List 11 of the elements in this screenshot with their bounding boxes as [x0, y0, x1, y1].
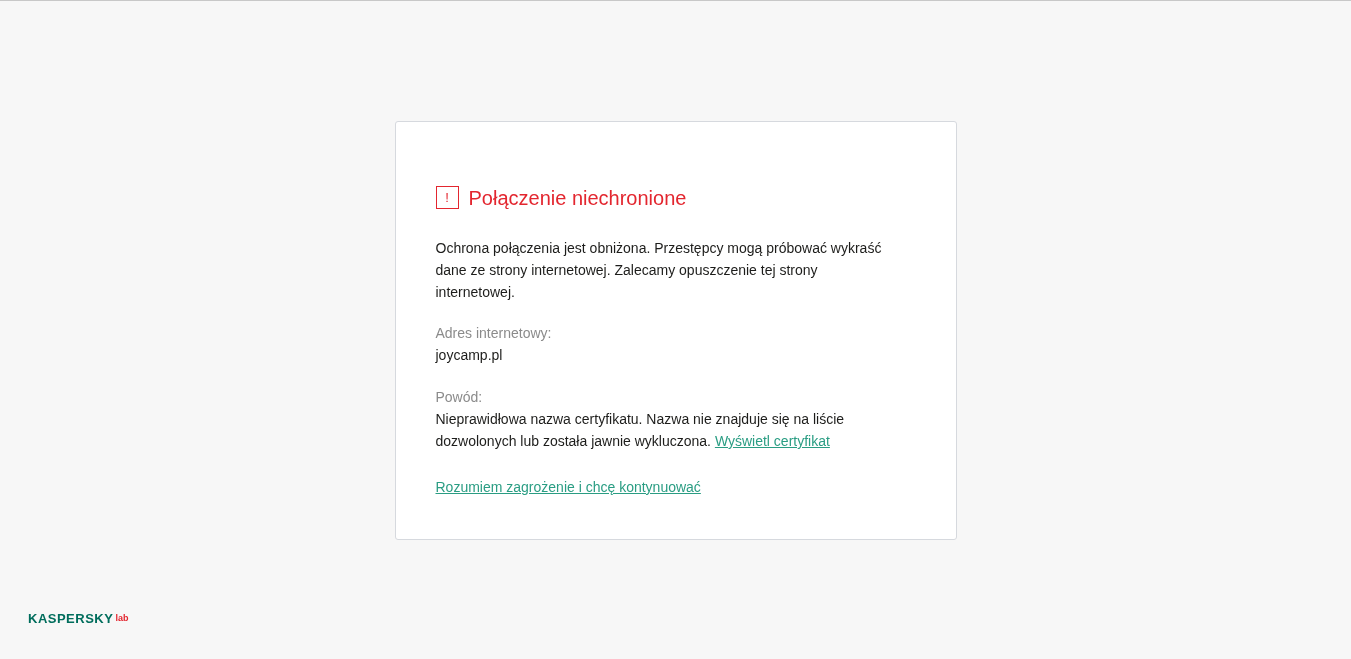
address-value: joycamp.pl: [435, 346, 504, 365]
logo-suffix: lab: [115, 614, 129, 623]
logo-text: KASPERSKY: [28, 612, 114, 625]
warning-title: Połączenie niechronione: [468, 187, 687, 208]
warning-icon: !: [435, 186, 459, 209]
view-certificate-link[interactable]: Wyświetl certyfikat: [714, 433, 830, 449]
reason-text: Nieprawidłowa nazwa certyfikatu. Nazwa nie znajduje się na liście dozwolonych lub została jawnie wykluczona. Wyświetl certyfikat: [435, 410, 846, 451]
reason-label: Powód:: [435, 388, 484, 407]
continue-link[interactable]: Rozumiem zagrożenie i chcę kontynuować: [435, 476, 701, 498]
warning-description: Ochrona połączenia jest obniżona. Przestępcy mogą próbować wykraść dane ze strony internetowej. Zalecamy opuszczenie tej strony internetowej.: [435, 239, 883, 302]
address-label: Adres internetowy:: [435, 324, 553, 343]
